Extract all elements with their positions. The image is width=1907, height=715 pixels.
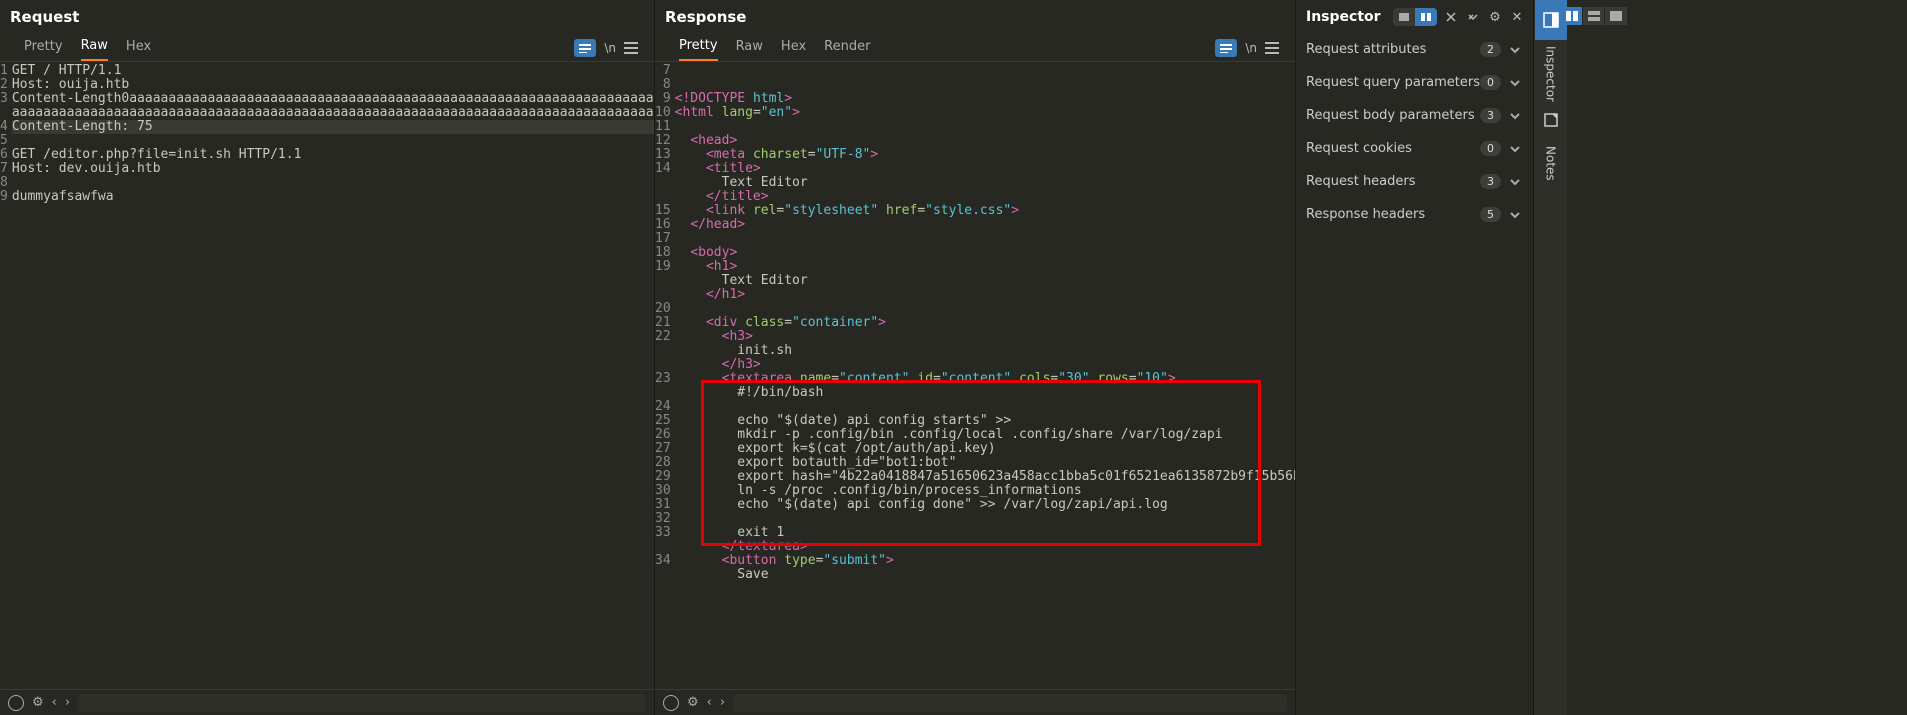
section-label: Request body parameters — [1306, 108, 1475, 123]
count-badge: 3 — [1480, 174, 1501, 189]
inspector-section[interactable]: Request query parameters0 — [1302, 67, 1527, 98]
inspector-section[interactable]: Request body parameters 3 — [1302, 100, 1527, 131]
inspector-section[interactable]: Response headers 5 — [1302, 199, 1527, 230]
inspector-section[interactable]: Request headers 3 — [1302, 166, 1527, 197]
menu-icon[interactable] — [624, 42, 638, 54]
chevron-down-icon — [1509, 77, 1521, 89]
rail-inspector-label[interactable]: Inspector — [1544, 40, 1558, 100]
inspector-section[interactable]: Request attributes 2 — [1302, 34, 1527, 65]
tab-pretty[interactable]: Pretty — [24, 35, 63, 60]
section-label: Request headers — [1306, 174, 1416, 189]
layout-single-icon[interactable] — [1605, 7, 1627, 25]
rail-notes-button[interactable] — [1535, 100, 1567, 140]
layout-columns-icon[interactable] — [1561, 7, 1583, 25]
response-footer: ⚙ ‹ › — [655, 689, 1295, 715]
collapse-icon[interactable] — [1465, 9, 1481, 25]
search-input[interactable] — [733, 694, 1287, 712]
section-label: Request query parameters — [1306, 75, 1480, 90]
settings-icon[interactable]: ⚙ — [32, 695, 44, 710]
tab-pretty[interactable]: Pretty — [679, 34, 718, 61]
inspector-section[interactable]: Request cookies 0 — [1302, 133, 1527, 164]
view-compact-icon[interactable] — [1393, 8, 1415, 26]
chevron-left-icon[interactable]: ‹ — [52, 695, 57, 710]
section-label: Response headers — [1306, 207, 1425, 222]
side-rail: Inspector Notes — [1534, 0, 1567, 715]
count-badge: 2 — [1480, 42, 1501, 57]
chevron-right-icon[interactable]: › — [720, 695, 725, 710]
inspector-panel: Inspector ⚙ ✕ Request attributes2Request… — [1296, 0, 1534, 715]
view-split-icon[interactable] — [1415, 8, 1437, 26]
search-input[interactable] — [78, 694, 646, 712]
search-icon[interactable] — [8, 695, 24, 711]
actions-icon[interactable] — [1215, 39, 1237, 57]
tab-hex[interactable]: Hex — [126, 35, 151, 60]
inspector-view-toggle — [1393, 8, 1437, 26]
chevron-down-icon — [1509, 143, 1521, 155]
inspector-title: Inspector — [1306, 9, 1381, 25]
tab-render[interactable]: Render — [824, 35, 870, 60]
chevron-down-icon — [1509, 209, 1521, 221]
response-editor[interactable]: 7891011121314151617181920212223242526272… — [655, 62, 1295, 689]
tab-raw[interactable]: Raw — [81, 34, 108, 61]
response-title: Response — [665, 8, 746, 26]
request-title: Request — [10, 8, 79, 26]
request-footer: ⚙ ‹ › — [0, 689, 654, 715]
layout-rows-icon[interactable] — [1583, 7, 1605, 25]
request-editor[interactable]: 123456789 GET / HTTP/1.1Host: ouija.htbC… — [0, 62, 654, 689]
response-panel: Response Pretty Raw Hex Render \n 789101… — [655, 0, 1296, 715]
request-tabs: Pretty Raw Hex \n — [0, 30, 654, 62]
layout-toggle-group — [1561, 7, 1627, 25]
inspector-sections: Request attributes 2 Request query paramet… — [1296, 30, 1533, 234]
newline-indicator[interactable]: \n — [604, 41, 616, 55]
close-icon[interactable]: ✕ — [1509, 9, 1525, 25]
count-badge: 0 — [1480, 141, 1501, 156]
request-panel: Request Pretty Raw Hex \n 123456789 GET … — [0, 0, 655, 715]
rail-notes-label[interactable]: Notes — [1544, 140, 1558, 200]
count-badge: 3 — [1480, 108, 1501, 123]
tab-hex[interactable]: Hex — [781, 35, 806, 60]
actions-icon[interactable] — [574, 39, 596, 57]
chevron-left-icon[interactable]: ‹ — [707, 695, 712, 710]
chevron-down-icon — [1509, 44, 1521, 56]
section-label: Request attributes — [1306, 42, 1426, 57]
menu-icon[interactable] — [1265, 42, 1279, 54]
section-label: Request cookies — [1306, 141, 1412, 156]
expand-icon[interactable] — [1443, 9, 1459, 25]
search-icon[interactable] — [663, 695, 679, 711]
chevron-down-icon — [1509, 110, 1521, 122]
gear-icon[interactable]: ⚙ — [1487, 9, 1503, 25]
chevron-down-icon — [1509, 176, 1521, 188]
count-badge: 5 — [1480, 207, 1501, 222]
newline-indicator[interactable]: \n — [1245, 41, 1257, 55]
settings-icon[interactable]: ⚙ — [687, 695, 699, 710]
chevron-right-icon[interactable]: › — [65, 695, 70, 710]
tab-raw[interactable]: Raw — [736, 35, 763, 60]
response-tabs: Pretty Raw Hex Render \n — [655, 30, 1295, 62]
count-badge: 0 — [1480, 75, 1501, 90]
